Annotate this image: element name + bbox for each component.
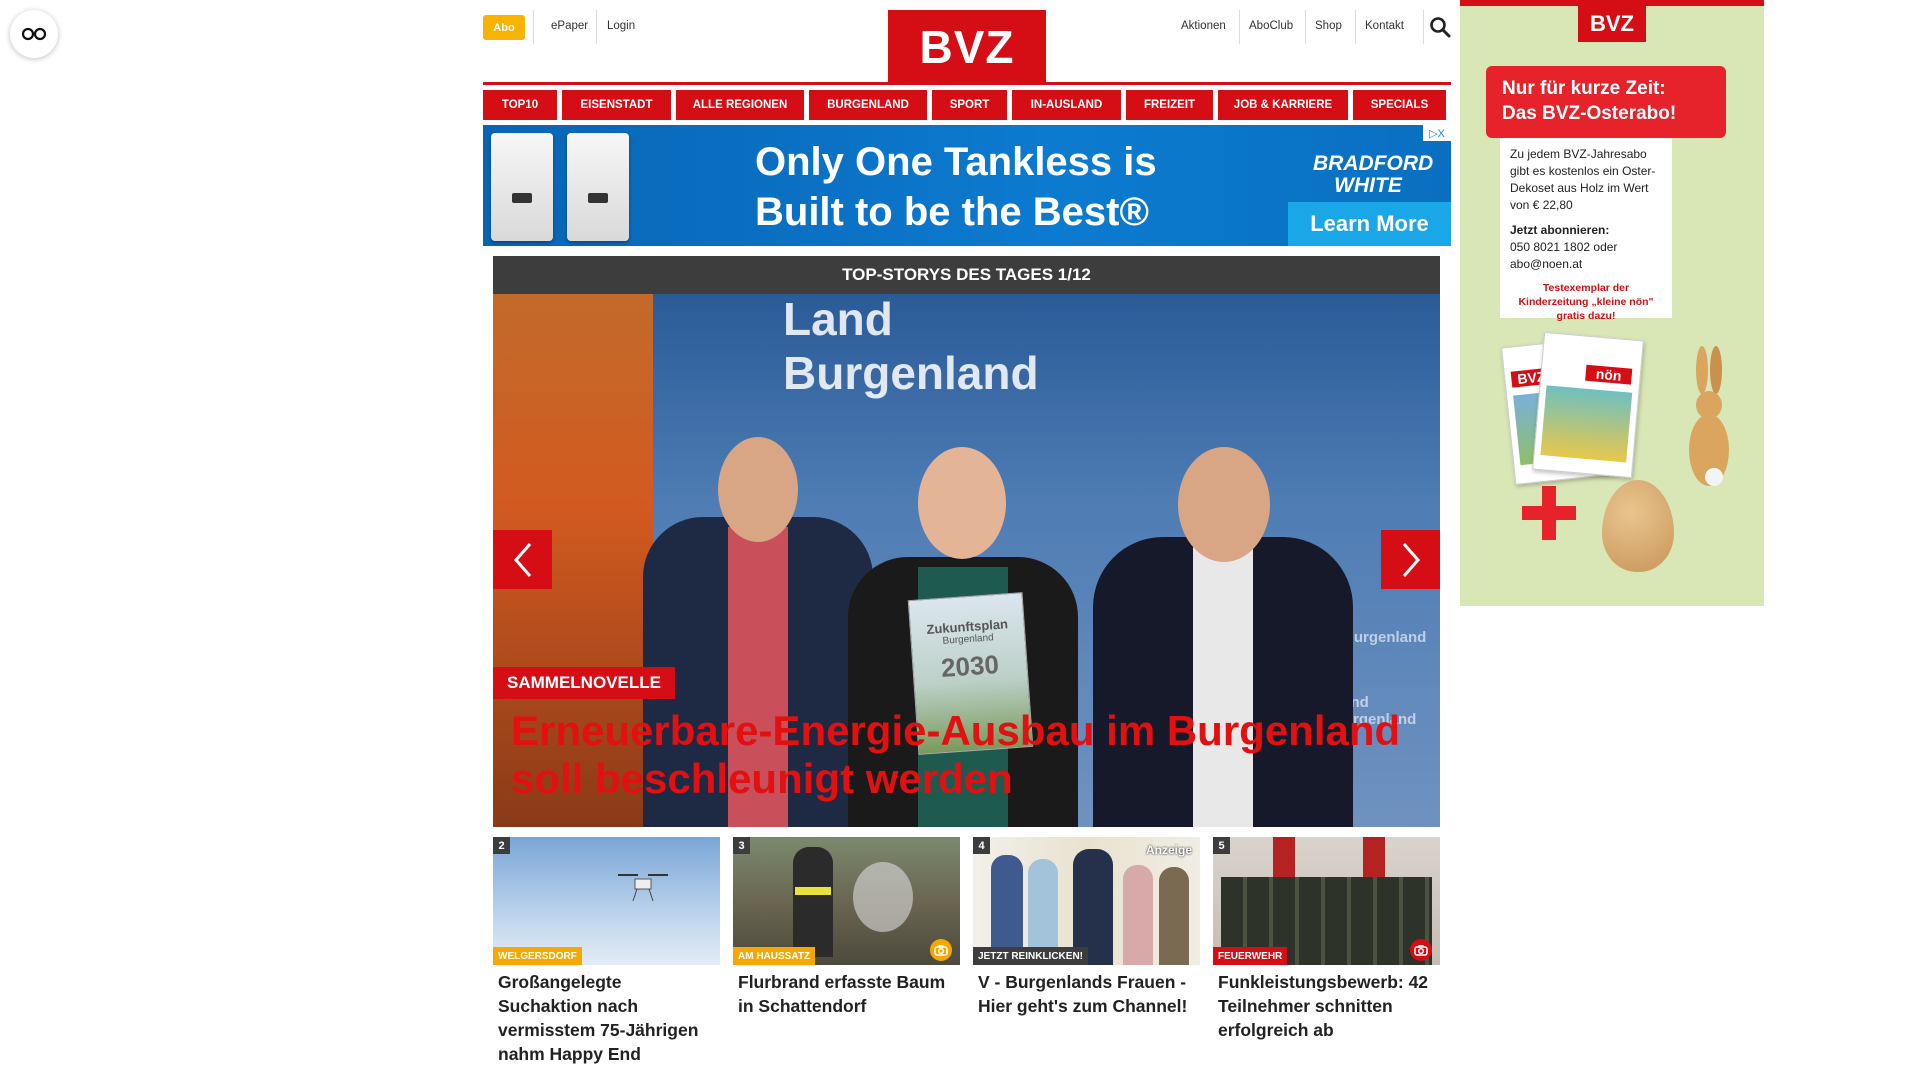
camera-icon	[1410, 939, 1432, 961]
reader-mode-button[interactable]	[10, 10, 58, 58]
nav-specials[interactable]: SPECIALS	[1353, 90, 1446, 120]
banner-ad[interactable]: Only One Tankless is Built to be the Bes…	[483, 125, 1451, 246]
promo-contact: 050 8021 1802 oder abo@noen.at	[1510, 240, 1618, 271]
divider	[1239, 10, 1240, 44]
shop-link[interactable]: Shop	[1315, 20, 1342, 32]
teaser-category: AM HAUSSATZ	[733, 947, 816, 965]
ad-headline-line2: Built to be the Best®	[755, 190, 1149, 234]
teaser-number: 4	[973, 837, 990, 854]
teaser-card[interactable]: 3 AM HAUSSATZ Flurbrand erfasste Baum in…	[733, 837, 960, 1066]
backdrop-text: Land Burgenland	[783, 294, 1039, 400]
teaser-category: WELGERSDORF	[493, 947, 582, 965]
ad-label: Anzeige	[1145, 843, 1192, 857]
side-ad-logo: BVZ	[1578, 6, 1646, 42]
teaser-title[interactable]: Großangelegte Suchaktion nach vermisstem…	[493, 965, 720, 1066]
teaser-card[interactable]: 2 WELGERSDORF Großangelegte Suchaktion n…	[493, 837, 720, 1066]
carousel-next-button[interactable]	[1381, 530, 1440, 589]
adchoices-icon[interactable]: ▷X	[1423, 125, 1451, 141]
promo-line1: Nur für kurze Zeit:	[1502, 78, 1666, 99]
teaser-number: 3	[733, 837, 750, 854]
chevron-left-icon	[513, 542, 531, 577]
nav-job-karriere[interactable]: JOB & KARRIERE	[1218, 90, 1348, 120]
teaser-title[interactable]: Flurbrand erfasste Baum in Schattendorf	[733, 965, 960, 1018]
aktionen-link[interactable]: Aktionen	[1181, 20, 1226, 32]
teaser-number: 2	[493, 837, 510, 854]
header-rule	[483, 82, 1451, 85]
bvz-logo[interactable]: BVZ	[888, 10, 1046, 84]
top-stories-carousel: TOP-STORYS DES TAGES 1/12 Land Burgenlan…	[493, 256, 1440, 827]
teaser-card[interactable]: 5 FEUERWEHR Funkleistungsbewerb: 42 Teil…	[1213, 837, 1440, 1066]
header: Abo ePaper Login BVZ Aktionen AboClub Sh…	[483, 0, 1451, 85]
camera-icon	[930, 939, 952, 961]
search-icon	[1430, 17, 1451, 38]
ad-brand-line1: BRADFORD	[1313, 152, 1434, 175]
carousel-image[interactable]: Land Burgenland Land Burgenland Land Bur…	[493, 294, 1440, 827]
teaser-title[interactable]: Funkleistungsbewerb: 42 Teilnehmer schni…	[1213, 965, 1440, 1042]
nav-alle-regionen[interactable]: ALLE REGIONEN	[676, 90, 804, 120]
ad-headline: Only One Tankless is Built to be the Bes…	[755, 137, 1157, 237]
search-button[interactable]	[1429, 16, 1451, 43]
chevron-right-icon	[1402, 542, 1420, 577]
teaser-image: 2 WELGERSDORF	[493, 837, 720, 965]
teaser-row: 2 WELGERSDORF Großangelegte Suchaktion n…	[493, 837, 1440, 1066]
teaser-title[interactable]: V - Burgenlands Frauen - Hier geht's zum…	[973, 965, 1200, 1018]
login-link[interactable]: Login	[607, 20, 635, 32]
teaser-image: 5 FEUERWEHR	[1213, 837, 1440, 965]
main-nav: TOP10 EISENSTADT ALLE REGIONEN BURGENLAN…	[483, 90, 1451, 120]
kontakt-link[interactable]: Kontakt	[1365, 20, 1404, 32]
heater-image	[567, 133, 629, 241]
teaser-card[interactable]: 4 Anzeige JETZT REINKLICKEN! V - Burgenl…	[973, 837, 1200, 1066]
nav-in-ausland[interactable]: IN-AUSLAND	[1012, 90, 1121, 120]
magazine-logo: nön	[1585, 364, 1633, 385]
ad-headline-line1: Only One Tankless is	[755, 140, 1157, 184]
heater-image	[491, 133, 553, 241]
nav-freizeit[interactable]: FREIZEIT	[1126, 90, 1213, 120]
backdrop-text-line2: Burgenland	[783, 347, 1039, 399]
teaser-image: 4 Anzeige JETZT REINKLICKEN!	[973, 837, 1200, 965]
divider	[1305, 10, 1306, 44]
ad-learn-more-button[interactable]: Learn More	[1288, 202, 1451, 246]
booklet-text-line3: 2030	[940, 649, 1000, 683]
divider	[1423, 10, 1424, 44]
aboclub-link[interactable]: AboClub	[1249, 20, 1293, 32]
nav-eisenstadt[interactable]: EISENSTADT	[562, 90, 671, 120]
ad-brand-line2: WHITE	[1334, 174, 1402, 197]
promo-bonus: Testexemplar der Kinderzeitung „kleine n…	[1518, 282, 1654, 322]
carousel-prev-button[interactable]	[493, 530, 552, 589]
carousel-title: TOP-STORYS DES TAGES 1/12	[493, 256, 1440, 294]
side-ad[interactable]: BVZ Nur für kurze Zeit: Das BVZ-Osterabo…	[1460, 0, 1764, 606]
glasses-icon	[21, 27, 47, 41]
backdrop-text-line1: Land	[783, 294, 893, 345]
story-headline[interactable]: Erneuerbare-Energie-Ausbau im Burgenland…	[511, 707, 1411, 803]
divider	[1355, 10, 1356, 44]
side-ad-promo: Nur für kurze Zeit: Das BVZ-Osterabo!	[1486, 66, 1726, 138]
teaser-category: JETZT REINKLICKEN!	[973, 947, 1088, 965]
ad-brand: BRADFORD WHITE	[1313, 152, 1434, 197]
teaser-image: 3 AM HAUSSATZ	[733, 837, 960, 965]
promo-line2: Das BVZ-Osterabo!	[1502, 103, 1677, 124]
nav-burgenland[interactable]: BURGENLAND	[809, 90, 927, 120]
divider	[533, 10, 534, 44]
abo-button[interactable]: Abo	[483, 15, 525, 40]
main-column: Abo ePaper Login BVZ Aktionen AboClub Sh…	[483, 0, 1451, 1064]
promo-cta-text: Jetzt abonnieren:	[1510, 223, 1610, 237]
teaser-number: 5	[1213, 837, 1230, 854]
nav-top10[interactable]: TOP10	[483, 90, 557, 120]
side-ad-text: Zu jedem BVZ-Jahresabo gibt es kostenlos…	[1500, 138, 1672, 322]
nav-sport[interactable]: SPORT	[932, 90, 1007, 120]
promo-text: Zu jedem BVZ-Jahresabo gibt es kostenlos…	[1510, 147, 1656, 212]
bunny-icon	[1689, 346, 1729, 486]
story-kicker: SAMMELNOVELLE	[493, 667, 675, 699]
drone-icon	[618, 874, 668, 902]
egg-icon	[1602, 480, 1674, 572]
plus-icon	[1522, 486, 1576, 540]
teaser-category: FEUERWEHR	[1213, 947, 1288, 965]
divider	[596, 10, 597, 44]
magazine-images: BVZ nön	[1501, 330, 1644, 485]
epaper-link[interactable]: ePaper	[551, 20, 588, 32]
